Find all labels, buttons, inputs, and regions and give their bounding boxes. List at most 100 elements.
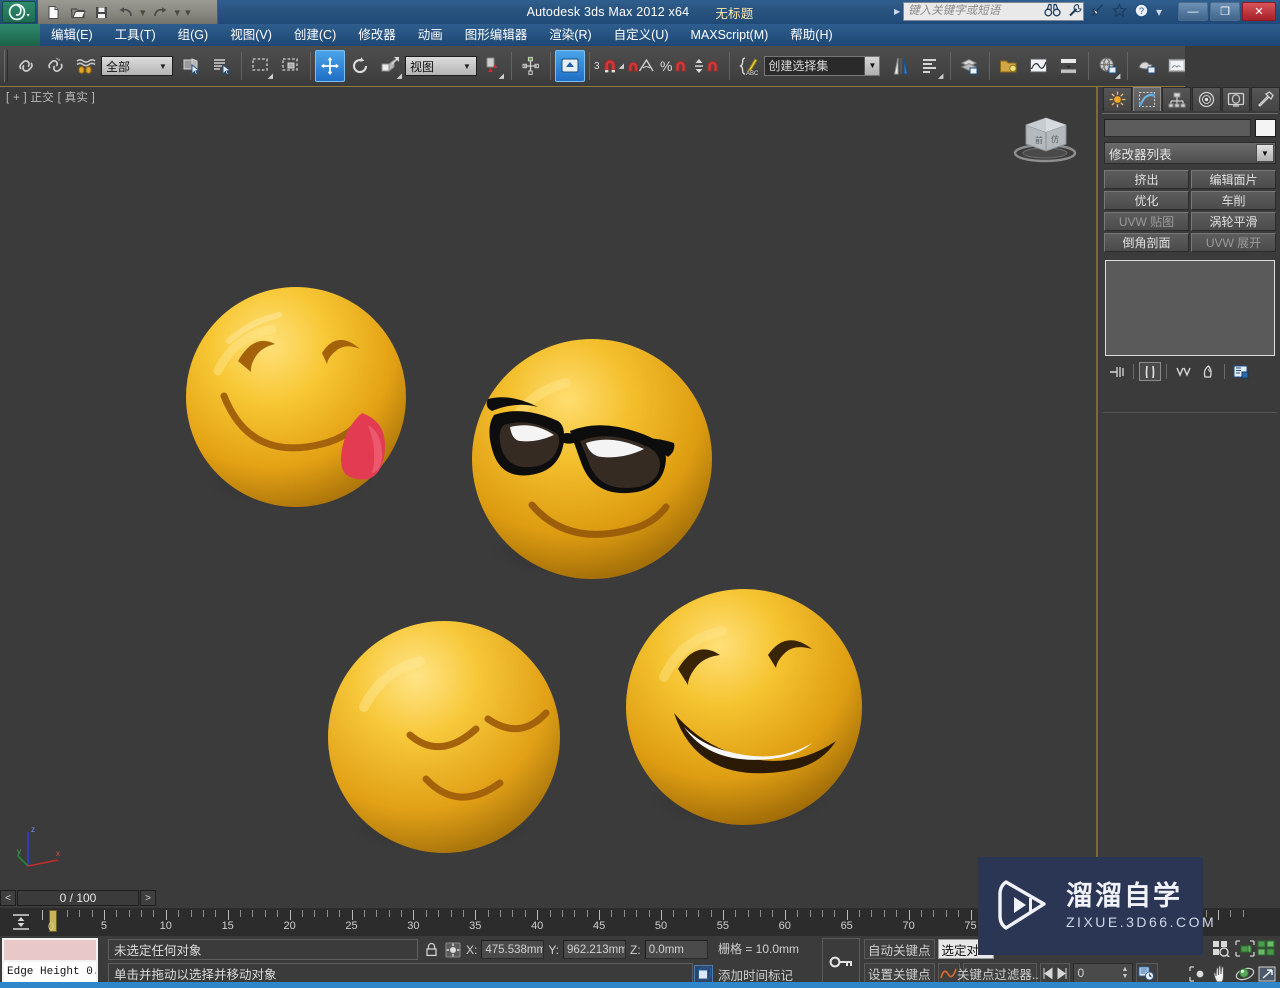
- menu-item-customize[interactable]: 自定义(U): [603, 24, 680, 46]
- open-file-icon[interactable]: [68, 3, 87, 22]
- flyout-arrow-icon[interactable]: ◢: [499, 73, 504, 80]
- spinner-snap-toggle-button[interactable]: [693, 57, 721, 75]
- next-frame-button[interactable]: >: [140, 890, 156, 906]
- modify-tab[interactable]: [1133, 87, 1162, 111]
- select-and-rotate-button[interactable]: [345, 50, 375, 82]
- quick-access-toolbar[interactable]: ▾ ▾ ▾: [44, 2, 191, 22]
- menu-item-tools[interactable]: 工具(T): [104, 24, 167, 46]
- mirror-button[interactable]: [886, 50, 916, 82]
- render-setup-button[interactable]: [1132, 50, 1162, 82]
- auto-key-button[interactable]: 自动关键点: [864, 939, 935, 959]
- select-object-button[interactable]: [177, 50, 207, 82]
- application-menu-button[interactable]: [2, 1, 36, 23]
- new-file-icon[interactable]: [44, 3, 63, 22]
- modifier-stack-toolbar[interactable]: [1100, 360, 1280, 381]
- qat-overflow-icon[interactable]: ▾: [185, 6, 191, 19]
- modifier-button-lathe[interactable]: 车削: [1191, 191, 1276, 210]
- undo-icon[interactable]: [116, 3, 135, 22]
- undo-dropdown-arrow-icon[interactable]: ▾: [140, 6, 146, 19]
- layer-manager-button[interactable]: [955, 50, 985, 82]
- modifier-list-dropdown[interactable]: 修改器列表 ▼: [1104, 142, 1276, 164]
- command-panel-tabs[interactable]: [1100, 87, 1280, 113]
- named-selection-set-field[interactable]: 创建选择集 ▼: [764, 56, 880, 76]
- chevron-down-icon[interactable]: ▼: [864, 57, 879, 75]
- titlebar-icon-group[interactable]: ? ▾: [1044, 2, 1162, 21]
- flyout-arrow-icon[interactable]: ◢: [938, 73, 943, 80]
- trackbar-frame-row[interactable]: < 0 / 100 >: [0, 888, 1098, 908]
- chevron-down-icon[interactable]: ▼: [460, 60, 474, 73]
- menu-item-modifiers[interactable]: 修改器: [347, 24, 407, 46]
- add-time-tag-label[interactable]: 添加时间标记: [718, 965, 793, 984]
- make-unique-icon[interactable]: [1172, 362, 1194, 381]
- snaps-toggle-button[interactable]: 3 ◢: [594, 57, 624, 75]
- percent-snap-toggle-button[interactable]: %: [660, 57, 689, 75]
- menu-item-graph-editors[interactable]: 图形编辑器: [454, 24, 539, 46]
- add-time-tag-row[interactable]: 添加时间标记: [694, 964, 793, 984]
- emoji-sphere-relieved[interactable]: [320, 615, 572, 869]
- menu-item-rendering[interactable]: 渲染(R): [538, 24, 602, 46]
- reference-coordinate-system-dropdown[interactable]: 视图 ▼: [405, 56, 477, 76]
- flyout-arrow-icon[interactable]: ◢: [397, 73, 402, 80]
- create-tab[interactable]: [1103, 87, 1132, 111]
- configure-modifier-sets-icon[interactable]: [1230, 362, 1252, 381]
- display-tab[interactable]: [1222, 87, 1251, 111]
- spinner-arrows-icon[interactable]: ▲▼: [1122, 965, 1131, 981]
- object-name-input[interactable]: [1104, 119, 1251, 137]
- coord-field-x[interactable]: 475.538mm: [481, 940, 544, 959]
- selection-filter-dropdown[interactable]: 全部 ▼: [101, 56, 173, 76]
- key-step-icon[interactable]: [1040, 963, 1070, 983]
- current-frame-spinner[interactable]: 0 ▲▼: [1073, 963, 1133, 983]
- pin-stack-icon[interactable]: [1106, 362, 1128, 381]
- field-of-view-icon[interactable]: [1188, 963, 1210, 984]
- coord-field-z[interactable]: 0.0mm: [645, 940, 708, 959]
- viewport-label[interactable]: [ + ] 正交 [ 真实 ]: [6, 89, 95, 105]
- view-cube[interactable]: 前 仿: [1002, 109, 1088, 163]
- coord-field-y[interactable]: 962.213mm: [563, 940, 626, 959]
- frame-counter-field[interactable]: 0 / 100: [17, 890, 139, 906]
- binoculars-icon[interactable]: [1044, 3, 1061, 20]
- object-name-row[interactable]: [1100, 119, 1280, 142]
- flyout-arrow-icon[interactable]: ◢: [1115, 73, 1120, 80]
- menu-bar[interactable]: 编辑(E) 工具(T) 组(G) 视图(V) 创建(C) 修改器 动画 图形编辑…: [0, 24, 1280, 46]
- modifier-stack-list[interactable]: [1105, 260, 1275, 356]
- select-by-name-button[interactable]: [207, 50, 237, 82]
- menu-item-create[interactable]: 创建(C): [283, 24, 347, 46]
- minimize-button[interactable]: —: [1178, 2, 1208, 21]
- key-filter-icon[interactable]: [10, 912, 32, 932]
- select-and-link-button[interactable]: [11, 50, 41, 82]
- use-pivot-center-button[interactable]: ◢: [477, 50, 507, 82]
- modifier-button-bevel-profile[interactable]: 倒角剖面: [1104, 233, 1189, 252]
- menu-item-maxscript[interactable]: MAXScript(M): [680, 24, 780, 46]
- chevron-down-icon[interactable]: ▼: [1256, 144, 1274, 162]
- zoom-all-icon[interactable]: [1234, 938, 1256, 959]
- object-color-swatch[interactable]: [1255, 119, 1276, 137]
- prev-frame-button[interactable]: <: [0, 890, 16, 906]
- window-crossing-toggle-button[interactable]: [276, 50, 306, 82]
- help-dropdown-arrow-icon[interactable]: ▾: [1156, 5, 1162, 19]
- menu-item-help[interactable]: 帮助(H): [779, 24, 843, 46]
- close-button[interactable]: ✕: [1242, 2, 1276, 21]
- modifier-button-uvw-map[interactable]: UVW 贴图: [1104, 212, 1189, 231]
- emoji-sphere-sunglasses[interactable]: [464, 335, 726, 599]
- absolute-relative-toggle-icon[interactable]: [444, 941, 462, 959]
- time-configuration-icon[interactable]: [1136, 963, 1158, 983]
- redo-dropdown-arrow-icon[interactable]: ▾: [175, 6, 181, 19]
- select-and-scale-button[interactable]: ◢: [375, 50, 405, 82]
- flyout-arrow-icon[interactable]: ◢: [268, 73, 273, 80]
- angle-snap-toggle-button[interactable]: [626, 56, 656, 76]
- restore-button[interactable]: ❐: [1210, 2, 1240, 21]
- show-end-result-icon[interactable]: [1139, 362, 1161, 381]
- subscription-icon[interactable]: [1090, 3, 1105, 21]
- orbit-icon[interactable]: [1234, 963, 1256, 984]
- modifier-button-edit-patch[interactable]: 编辑面片: [1191, 170, 1276, 189]
- menu-item-group[interactable]: 组(G): [167, 24, 220, 46]
- menu-item-views[interactable]: 视图(V): [219, 24, 283, 46]
- key-mode-toggle-button[interactable]: [822, 938, 860, 985]
- material-color-swatch[interactable]: [2, 938, 98, 962]
- add-time-tag-icon[interactable]: [694, 965, 713, 984]
- help-icon[interactable]: ?: [1134, 3, 1149, 21]
- unlink-selection-button[interactable]: [41, 50, 71, 82]
- set-key-button[interactable]: 设置关键点: [864, 963, 935, 983]
- hierarchy-tab[interactable]: [1162, 87, 1191, 111]
- motion-tab[interactable]: [1192, 87, 1221, 111]
